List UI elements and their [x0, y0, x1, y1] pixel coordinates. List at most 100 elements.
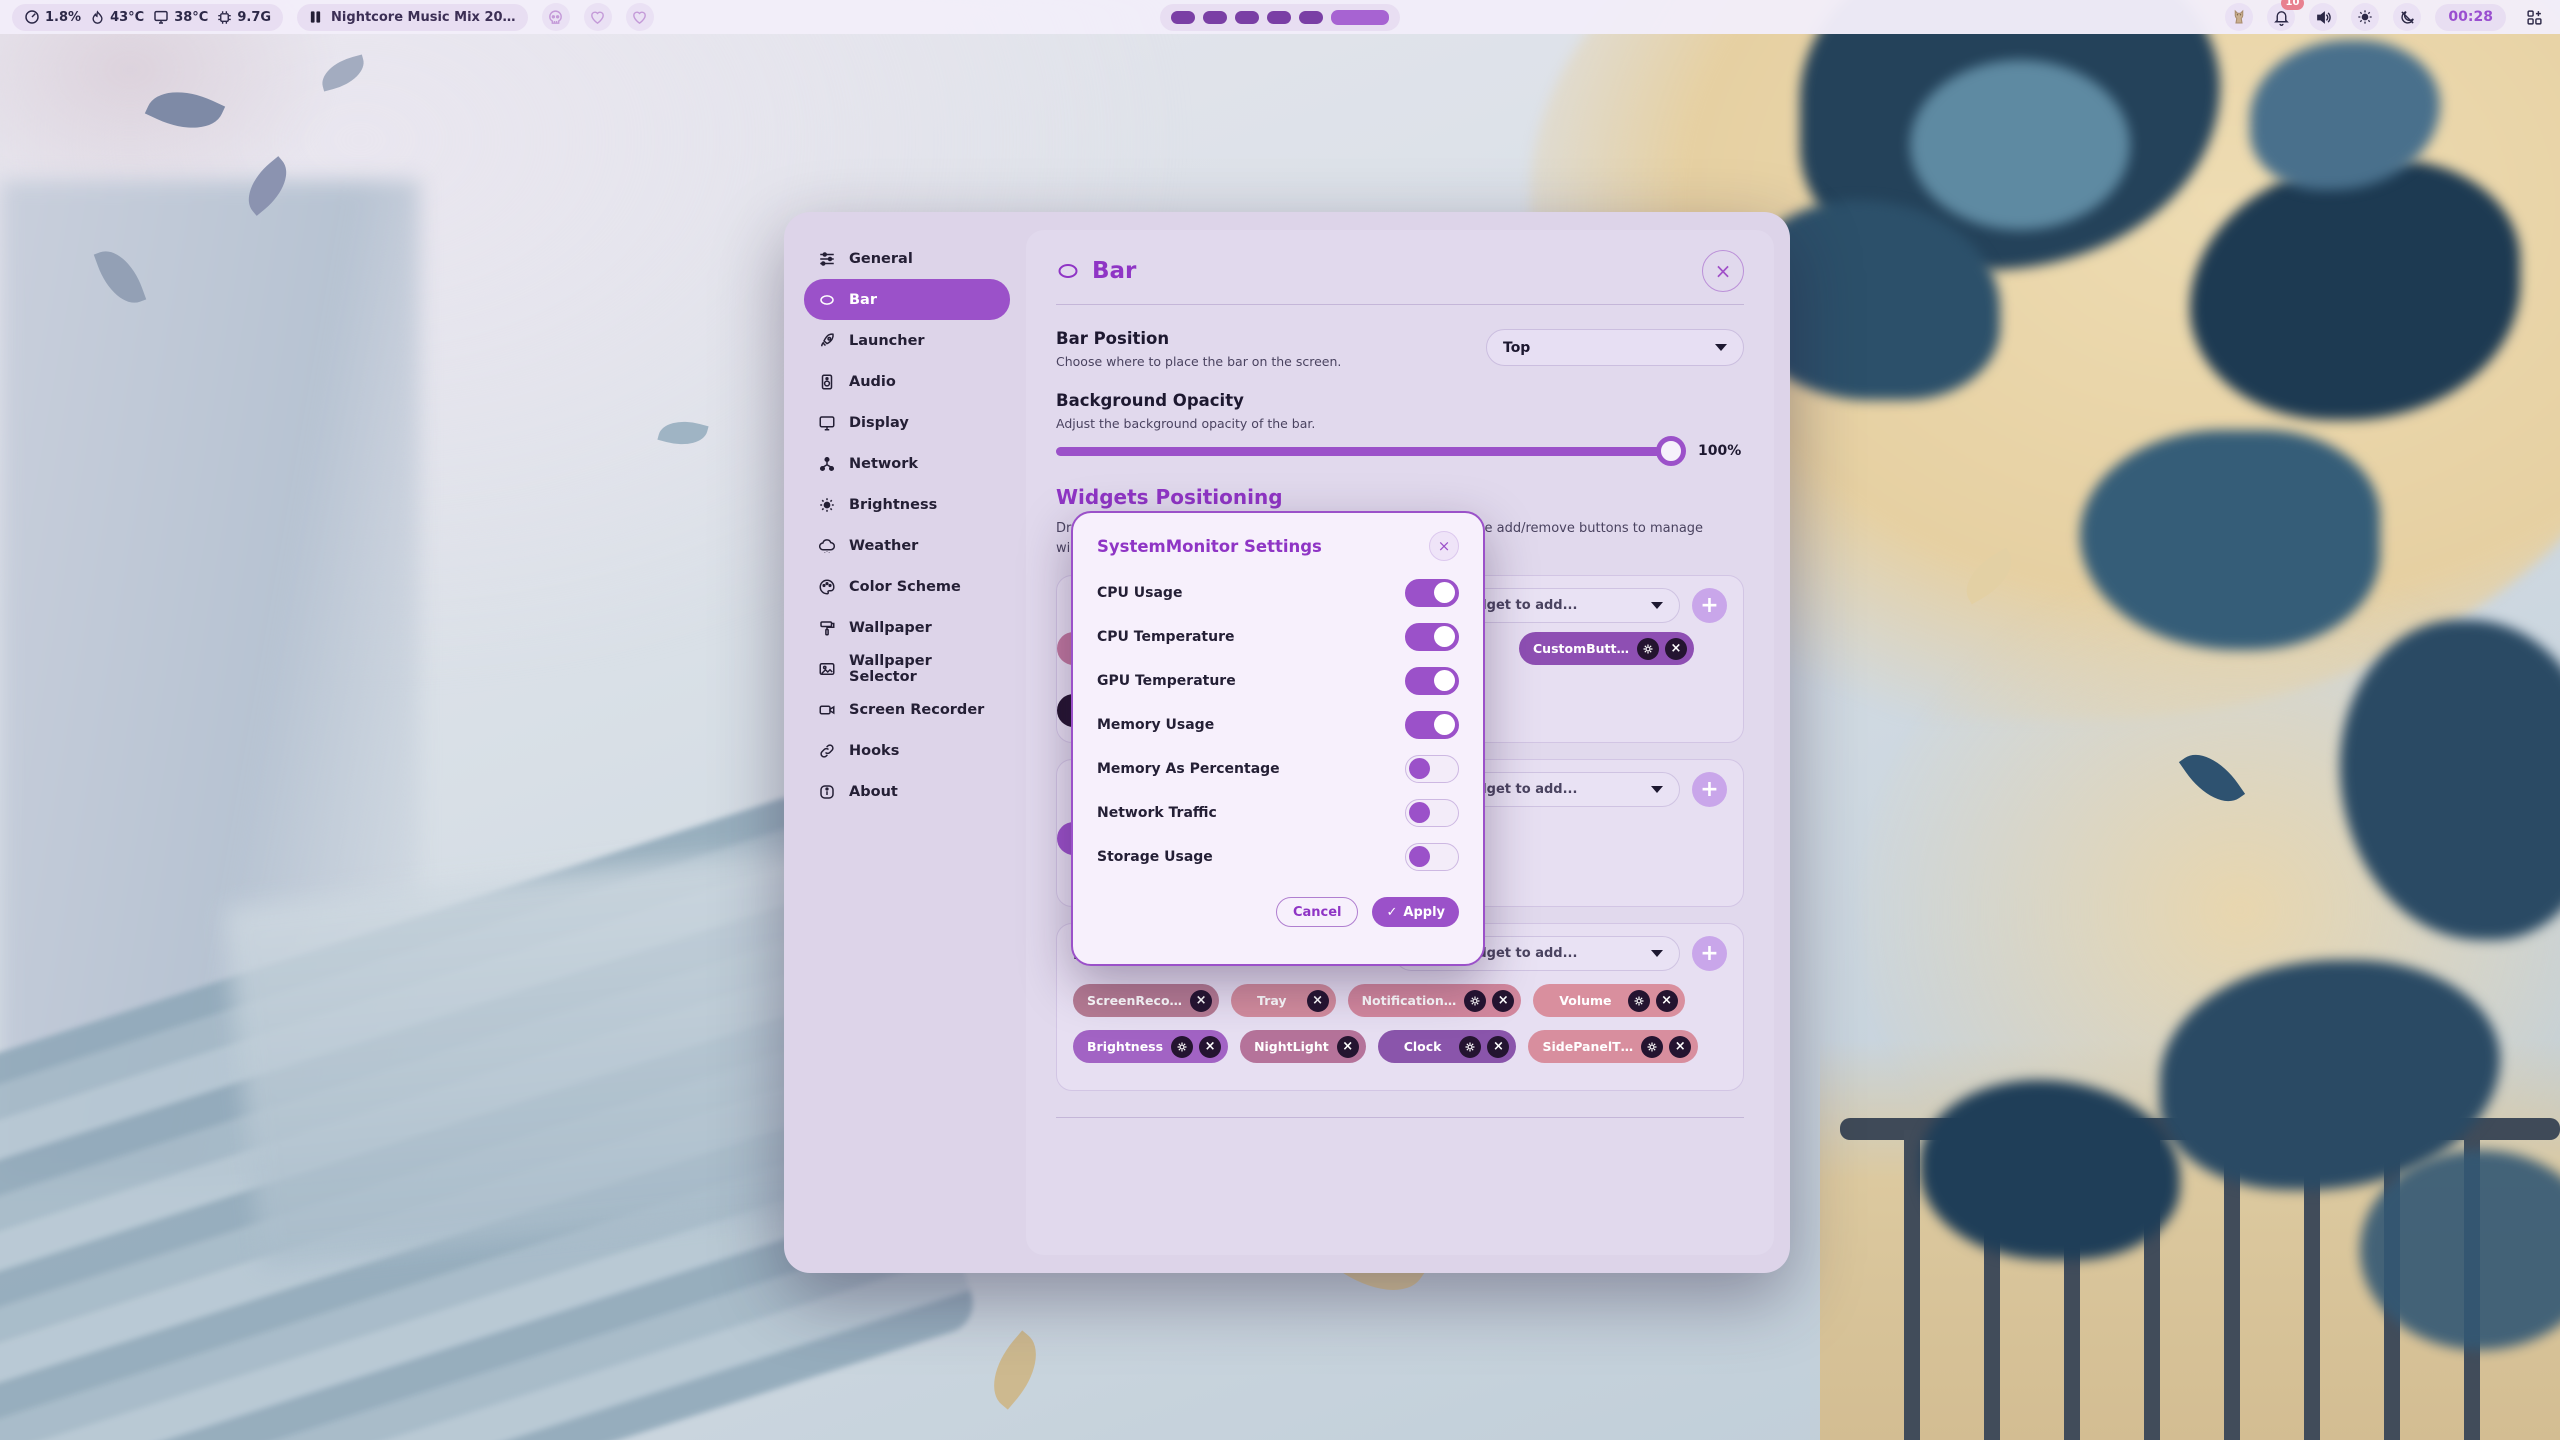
sidebar-item-audio[interactable]: Audio [804, 361, 1010, 402]
modal-title: SystemMonitor Settings [1097, 537, 1322, 556]
dashboard-button[interactable] [2520, 3, 2548, 31]
toggle-cpu-usage[interactable] [1405, 579, 1459, 607]
widget-chip-notification[interactable]: Notification… × [1348, 984, 1522, 1017]
modal-close-button[interactable]: × [1429, 531, 1459, 561]
sidebar-item-general[interactable]: General [804, 238, 1010, 279]
sidebar-item-bar[interactable]: Bar [804, 279, 1010, 320]
opacity-value: 100% [1698, 443, 1744, 459]
workspace-dot[interactable] [1203, 11, 1227, 24]
remove-icon[interactable]: × [1337, 1036, 1359, 1058]
remove-icon[interactable]: × [1190, 990, 1212, 1012]
toggle-memory-as-percentage[interactable] [1405, 755, 1459, 783]
favorite-button[interactable] [584, 3, 612, 31]
opacity-slider[interactable] [1056, 447, 1684, 456]
remove-icon[interactable]: × [1487, 1036, 1509, 1058]
sidebar-item-label: Color Scheme [849, 579, 961, 595]
workspace-dot[interactable] [1235, 11, 1259, 24]
widget-chip-brightness[interactable]: Brightness × [1073, 1030, 1228, 1063]
check-icon: ✓ [1386, 905, 1397, 920]
cpu-temp-stat: 43°C [90, 10, 144, 25]
apply-button[interactable]: ✓ Apply [1372, 897, 1459, 927]
widget-chip-sidepaneltoggle[interactable]: SidePanelT… × [1528, 1030, 1698, 1063]
gear-icon[interactable] [1459, 1036, 1481, 1058]
cancel-button[interactable]: Cancel [1276, 897, 1359, 927]
sidebar-item-label: Wallpaper Selector [849, 653, 996, 685]
skull-button[interactable] [542, 3, 570, 31]
workspace-dot[interactable] [1267, 11, 1291, 24]
remove-icon[interactable]: × [1665, 638, 1687, 660]
window-close-button[interactable]: × [1702, 250, 1744, 292]
night-light-button[interactable] [2393, 3, 2421, 31]
tray-app-button[interactable] [2225, 3, 2253, 31]
favorite-button-2[interactable] [626, 3, 654, 31]
background-opacity-label: Background Opacity [1056, 391, 1744, 410]
rocket-icon [818, 332, 836, 350]
sidebar-item-screen-recorder[interactable]: Screen Recorder [804, 689, 1010, 730]
notification-badge: 10 [2281, 0, 2305, 10]
workspace-dot[interactable] [1171, 11, 1195, 24]
link-icon [818, 742, 836, 760]
widget-chip-custombutton[interactable]: CustomButt… × [1519, 632, 1694, 665]
remove-icon[interactable]: × [1492, 990, 1514, 1012]
remove-icon[interactable]: × [1199, 1036, 1221, 1058]
sidebar-item-about[interactable]: About [804, 771, 1010, 812]
network-icon [818, 455, 836, 473]
oval-icon [1056, 259, 1080, 283]
widget-chip-nightlight[interactable]: NightLight × [1240, 1030, 1366, 1063]
sidebar-item-weather[interactable]: Weather [804, 525, 1010, 566]
sidebar-item-launcher[interactable]: Launcher [804, 320, 1010, 361]
widget-chip-tray[interactable]: Tray × [1231, 984, 1336, 1017]
toggle-label: Storage Usage [1097, 849, 1213, 865]
toggle-network-traffic[interactable] [1405, 799, 1459, 827]
toggle-gpu-temperature[interactable] [1405, 667, 1459, 695]
notifications-button[interactable]: 10 [2267, 3, 2295, 31]
sidebar-item-label: Network [849, 456, 918, 472]
sidebar-item-hooks[interactable]: Hooks [804, 730, 1010, 771]
bar-position-dropdown[interactable]: Top [1486, 329, 1744, 366]
remove-icon[interactable]: × [1656, 990, 1678, 1012]
sidebar-item-display[interactable]: Display [804, 402, 1010, 443]
widget-chip-volume[interactable]: Volume × [1533, 984, 1684, 1017]
center-add-widget-button[interactable]: + [1692, 772, 1727, 807]
info-icon [818, 783, 836, 801]
sidebar-item-label: General [849, 251, 913, 267]
widget-chip-clock[interactable]: Clock × [1378, 1030, 1517, 1063]
toggle-storage-usage[interactable] [1405, 843, 1459, 871]
gear-icon[interactable] [1637, 638, 1659, 660]
sidebar-item-color-scheme[interactable]: Color Scheme [804, 566, 1010, 607]
workspace-dot[interactable] [1299, 11, 1323, 24]
toggle-cpu-temperature[interactable] [1405, 623, 1459, 651]
sliders-icon [818, 250, 836, 268]
toggle-label: Network Traffic [1097, 805, 1217, 821]
remove-icon[interactable]: × [1669, 1036, 1691, 1058]
time-label: 00:28 [2448, 9, 2493, 25]
toggle-memory-usage[interactable] [1405, 711, 1459, 739]
brightness-button[interactable] [2351, 3, 2379, 31]
night-light-off-icon [2399, 9, 2416, 26]
system-stats-module[interactable]: 1.8% 43°C 38°C 9.7G [12, 4, 283, 31]
gpu-temp-stat: 38°C [153, 9, 208, 25]
sidebar-item-wallpaper-selector[interactable]: Wallpaper Selector [804, 648, 1010, 689]
gear-icon[interactable] [1628, 990, 1650, 1012]
sidebar-item-wallpaper[interactable]: Wallpaper [804, 607, 1010, 648]
gear-icon[interactable] [1464, 990, 1486, 1012]
clock-module[interactable]: 00:28 [2435, 4, 2506, 31]
gear-icon[interactable] [1641, 1036, 1663, 1058]
volume-button[interactable] [2309, 3, 2337, 31]
slider-knob[interactable] [1656, 436, 1686, 466]
sidebar-item-network[interactable]: Network [804, 443, 1010, 484]
left-add-widget-button[interactable]: + [1692, 588, 1727, 623]
workspaces-module[interactable] [1160, 4, 1400, 31]
right-add-widget-button[interactable]: + [1692, 936, 1727, 971]
sidebar-item-brightness[interactable]: Brightness [804, 484, 1010, 525]
monitor-icon [818, 414, 836, 432]
workspace-dot-active[interactable] [1331, 10, 1389, 25]
media-player-module[interactable]: Nightcore Music Mix 20… [297, 4, 528, 31]
sidebar-item-label: About [849, 784, 898, 800]
gear-icon[interactable] [1171, 1036, 1193, 1058]
chip-icon [217, 10, 232, 25]
remove-icon[interactable]: × [1307, 990, 1329, 1012]
divider [1056, 1117, 1744, 1118]
widget-chip-screenrecorder[interactable]: ScreenReco… × [1073, 984, 1219, 1017]
memory-stat: 9.7G [217, 10, 271, 25]
